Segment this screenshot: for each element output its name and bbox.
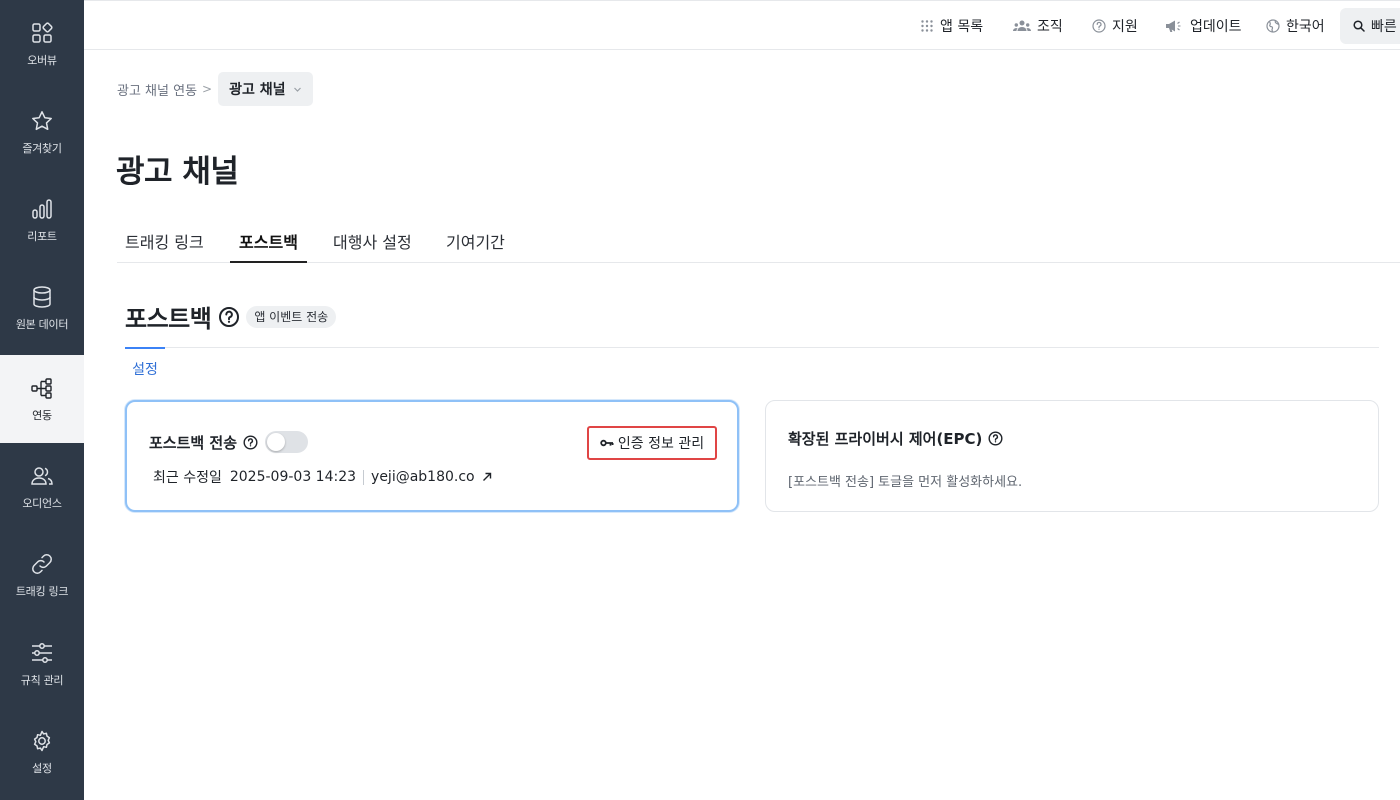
section-header: 포스트백 앱 이벤트 전송 — [125, 299, 337, 334]
epc-card: 확장된 프라이버시 제어(EPC) [포스트백 전송] 토글을 먼저 활성화하세… — [765, 400, 1379, 512]
manage-credentials-button[interactable]: 인증 정보 관리 — [587, 426, 717, 460]
sidebar-item-tracking-link[interactable]: 트래킹 링크 — [0, 531, 84, 619]
modified-by-link[interactable]: yeji@ab180.co — [371, 469, 492, 485]
help-icon[interactable] — [218, 306, 240, 328]
help-icon[interactable] — [243, 434, 258, 450]
sidebar-item-integration[interactable]: 연동 — [0, 355, 84, 443]
quick-search-input[interactable]: 빠른 — [1340, 8, 1400, 44]
gear-icon — [33, 730, 51, 751]
help-icon[interactable] — [988, 431, 1003, 446]
app-list-button[interactable]: 앱 목록 — [920, 1, 983, 51]
sidebar-item-label: 규칙 관리 — [20, 673, 64, 687]
sidebar-item-label: 즐겨찾기 — [22, 141, 62, 155]
top-bar: 앱 목록 조직 지원 업데이트 한국어 빠른 — [84, 0, 1400, 50]
last-modified-date: 2025-09-03 14:23 — [229, 469, 357, 485]
sidebar-item-label: 연동 — [32, 408, 52, 422]
tab-tracking-link[interactable]: 트래킹 링크 — [125, 218, 204, 263]
sidebar-item-rules[interactable]: 규칙 관리 — [0, 620, 84, 708]
support-label: 지원 — [1112, 19, 1138, 35]
tab-attribution-window[interactable]: 기여기간 — [446, 218, 505, 263]
quick-search-label: 빠른 — [1371, 19, 1397, 35]
external-link-icon — [482, 472, 491, 481]
sidebar-item-label: 리포트 — [27, 229, 57, 243]
dots-grid-icon — [921, 20, 933, 32]
sliders-icon — [32, 642, 52, 663]
epc-title-row: 확장된 프라이버시 제어(EPC) — [788, 428, 1003, 449]
chevron-right-icon: > — [202, 82, 213, 96]
divider — [363, 469, 365, 485]
key-icon — [600, 439, 614, 447]
organization-label: 조직 — [1037, 19, 1063, 35]
epc-title: 확장된 프라이버시 제어(EPC) — [788, 430, 983, 448]
postback-toggle-row: 포스트백 전송 — [149, 431, 309, 453]
sidebar-item-audience[interactable]: 오디언스 — [0, 443, 84, 531]
tab-bar: 트래킹 링크 포스트백 대행사 설정 기여기간 — [117, 218, 1400, 263]
star-icon — [32, 110, 52, 130]
epc-message-row: [포스트백 전송] 토글을 먼저 활성화하세요. — [788, 471, 1022, 490]
users-icon — [31, 466, 53, 485]
section-title: 포스트백 — [125, 305, 212, 333]
tab-agency-settings[interactable]: 대행사 설정 — [333, 218, 412, 263]
manage-credentials-label: 인증 정보 관리 — [617, 436, 705, 452]
sidebar-item-favorites[interactable]: 즐겨찾기 — [0, 88, 84, 176]
subtab-settings[interactable]: 설정 — [125, 347, 165, 379]
language-label: 한국어 — [1286, 19, 1325, 35]
question-circle-icon — [1092, 19, 1106, 33]
search-icon — [1353, 20, 1365, 32]
event-type-badge: 앱 이벤트 전송 — [246, 305, 337, 328]
sidebar-item-raw-data[interactable]: 원본 데이터 — [0, 264, 84, 352]
support-button[interactable]: 지원 — [1092, 1, 1138, 51]
subtab-divider — [125, 347, 1379, 348]
epc-disabled-message: [포스트백 전송] 토글을 먼저 활성화하세요. — [788, 475, 1023, 490]
sidebar-item-report[interactable]: 리포트 — [0, 176, 84, 264]
toggle-knob — [267, 433, 286, 451]
language-selector[interactable]: 한국어 — [1266, 1, 1325, 51]
sidebar-item-overview[interactable]: 오버뷰 — [0, 0, 84, 88]
modified-by-email: yeji@ab180.co — [371, 469, 475, 485]
breadcrumb-current-label: 광고 채널 — [229, 82, 286, 98]
breadcrumb: 광고 채널 연동 > 광고 채널 — [117, 72, 313, 106]
bar-chart-icon — [32, 198, 52, 219]
database-icon — [33, 285, 51, 308]
megaphone-icon — [1166, 20, 1181, 32]
sidebar-item-label: 오버뷰 — [27, 53, 57, 67]
last-modified-label: 최근 수정일 — [153, 470, 222, 486]
sidebar-item-label: 설정 — [32, 761, 52, 775]
last-modified-row: 최근 수정일 2025-09-03 14:23 yeji@ab180.co — [153, 467, 492, 487]
page-title: 광고 채널 — [116, 154, 239, 190]
sidebar-item-settings[interactable]: 설정 — [0, 708, 84, 796]
updates-button[interactable]: 업데이트 — [1165, 1, 1242, 51]
link-icon — [32, 553, 52, 574]
postback-card: 포스트백 전송 인증 정보 관리 최근 수정일 2025-09-03 14:23… — [125, 400, 739, 512]
globe-icon — [1266, 19, 1280, 33]
sidebar-item-label: 트래킹 링크 — [15, 584, 69, 598]
breadcrumb-current-dropdown[interactable]: 광고 채널 — [218, 72, 313, 106]
sidebar-item-label: 원본 데이터 — [15, 317, 69, 331]
app-list-label: 앱 목록 — [940, 19, 984, 35]
grid-icon — [32, 21, 53, 43]
sidebar: 오버뷰 즐겨찾기 리포트 원본 데이터 연동 오디언스 트래킹 링크 규칙 관리… — [0, 0, 84, 800]
updates-label: 업데이트 — [1190, 19, 1242, 35]
organization-icon — [1013, 20, 1031, 31]
sidebar-item-label: 오디언스 — [22, 496, 62, 510]
breadcrumb-parent-link[interactable]: 광고 채널 연동 — [117, 80, 197, 99]
integration-icon — [31, 377, 52, 399]
organization-button[interactable]: 조직 — [1013, 1, 1063, 51]
postback-toggle[interactable] — [265, 431, 309, 453]
postback-label: 포스트백 전송 — [149, 433, 238, 452]
chevron-down-icon — [293, 87, 301, 92]
tab-postback[interactable]: 포스트백 — [230, 218, 307, 263]
